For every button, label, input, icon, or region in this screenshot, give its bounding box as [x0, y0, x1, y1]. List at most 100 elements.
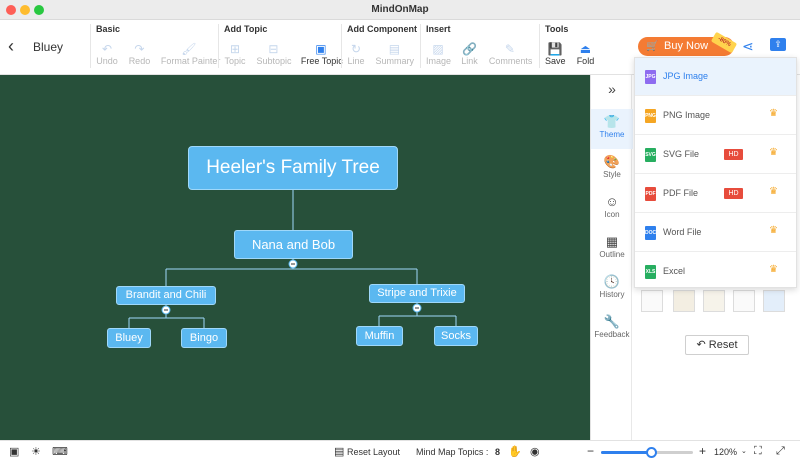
undo-button[interactable]: ↶ Undo: [96, 42, 118, 66]
window-title: MindOnMap: [371, 4, 429, 15]
rail-item-feedback[interactable]: 🔧 Feedback: [591, 314, 633, 339]
brightness-icon[interactable]: ☀: [31, 445, 41, 458]
clock-icon: 🕓: [603, 274, 621, 289]
format-painter-button[interactable]: 🖌 Format Painter: [161, 42, 221, 66]
toolbar-divider: [420, 24, 421, 68]
fold-button[interactable]: ⏏ Fold: [575, 42, 595, 66]
group-insert: Insert ▨ Image 🔗 Link ✎ Comments: [426, 24, 532, 72]
group-add-topic: Add Topic ⊞ Topic ⊟ Subtopic ▣ Free Topic: [224, 24, 343, 72]
image-button[interactable]: ▨ Image: [426, 42, 451, 66]
shirt-icon: 👕: [603, 114, 621, 129]
excel-file-icon: XLS: [645, 265, 656, 279]
export-item-label: JPG Image: [663, 71, 709, 81]
topic-node[interactable]: Socks: [434, 326, 478, 346]
collapse-panel-icon[interactable]: »: [591, 81, 633, 97]
palette-icon: 🎨: [603, 154, 621, 169]
topic-node[interactable]: Muffin: [356, 326, 403, 346]
rail-item-history[interactable]: 🕓 History: [591, 274, 633, 299]
export-excel-item[interactable]: XLS Excel ♛: [635, 253, 796, 291]
png-file-icon: PNG: [645, 109, 656, 123]
link-icon: 🔗: [461, 42, 477, 56]
title-bar: MindOnMap: [0, 0, 800, 20]
save-button[interactable]: 💾 Save: [545, 42, 566, 66]
zoom-slider-fill: [601, 451, 652, 454]
theme-thumbnail[interactable]: [733, 290, 755, 312]
export-item-label: PDF File: [663, 188, 699, 198]
cart-icon: 🛒: [646, 41, 659, 52]
rail-item-label: Style: [603, 170, 621, 179]
redo-button[interactable]: ↷ Redo: [128, 42, 151, 66]
export-icon[interactable]: ⇪: [770, 38, 786, 51]
zoom-level-value: 120%: [714, 447, 738, 457]
topic-node[interactable]: Nana and Bob: [234, 230, 353, 259]
smiley-icon: ☺: [605, 194, 619, 209]
link-button[interactable]: 🔗 Link: [460, 42, 478, 66]
rail-item-outline[interactable]: ▦ Outline: [591, 234, 633, 259]
topic-node[interactable]: Stripe and Trixie: [369, 284, 465, 303]
reset-layout-icon[interactable]: ▤: [334, 445, 344, 458]
topic-icon: ⊞: [229, 42, 241, 56]
side-rail: » 👕 Theme 🎨 Style ☺ Icon ▦ Outline 🕓 His…: [590, 75, 633, 440]
zoom-in-button[interactable]: +: [699, 444, 706, 458]
zoom-slider[interactable]: [601, 447, 693, 458]
crown-icon: ♛: [769, 147, 778, 158]
back-button[interactable]: ‹: [8, 37, 14, 55]
group-add-component: Add Component ↻ Line ▤ Summary: [347, 24, 417, 72]
subtopic-button[interactable]: ⊟ Subtopic: [256, 42, 291, 66]
fullscreen-icon[interactable]: ⤢: [776, 445, 785, 458]
export-item-label: Word File: [663, 227, 702, 237]
export-item-label: PNG Image: [663, 110, 711, 120]
reset-layout-button[interactable]: Reset Layout: [347, 447, 400, 457]
group-tools-label: Tools: [545, 24, 569, 34]
export-svg-item[interactable]: SVG SVG File HD ♛: [635, 136, 796, 174]
export-word-item[interactable]: DOC Word File ♛: [635, 214, 796, 252]
keyboard-icon[interactable]: ⌨: [52, 445, 68, 458]
zoom-dropdown-chevron-icon[interactable]: ⌄: [741, 447, 747, 455]
export-jpg-item[interactable]: JPG JPG Image: [635, 58, 796, 96]
group-add-topic-label: Add Topic: [224, 24, 268, 34]
topics-count-label: Mind Map Topics :: [416, 447, 489, 457]
reset-theme-button[interactable]: ↶ Reset: [685, 335, 749, 355]
summary-icon: ▤: [388, 42, 401, 56]
group-basic: Basic ↶ Undo ↷ Redo 🖌 Format Painter: [96, 24, 220, 72]
mind-map-canvas[interactable]: Heeler's Family Tree Nana and Bob Brandi…: [0, 75, 590, 440]
redo-icon: ↷: [134, 42, 145, 56]
undo-icon: ↶: [101, 42, 113, 56]
thumbnail-view-icon[interactable]: ▣: [9, 445, 19, 458]
fit-screen-icon[interactable]: ⛶: [754, 445, 762, 458]
theme-thumbnail[interactable]: [763, 290, 785, 312]
free-topic-icon: ▣: [315, 42, 327, 56]
fold-icon: ⏏: [579, 42, 592, 56]
group-basic-label: Basic: [96, 24, 121, 34]
root-topic-node[interactable]: Heeler's Family Tree: [188, 146, 398, 190]
theme-thumbnail[interactable]: [673, 290, 695, 312]
export-pdf-item[interactable]: PDF PDF File HD ♛: [635, 175, 796, 213]
rail-item-icon[interactable]: ☺ Icon: [591, 194, 633, 219]
topic-node[interactable]: Bingo: [181, 328, 227, 348]
zoom-out-button[interactable]: −: [587, 444, 594, 458]
pdf-file-icon: PDF: [645, 187, 656, 201]
jpg-file-icon: JPG: [645, 70, 656, 84]
rail-item-theme[interactable]: 👕 Theme: [591, 109, 633, 149]
rail-item-label: Theme: [599, 130, 625, 139]
share-icon[interactable]: ⋖: [742, 38, 754, 55]
export-item-label: SVG File: [663, 149, 700, 159]
theme-thumbnail[interactable]: [703, 290, 725, 312]
comments-icon: ✎: [504, 42, 515, 56]
eye-icon[interactable]: ◉: [530, 445, 540, 458]
export-dropdown: JPG JPG Image PNG PNG Image ♛ SVG SVG Fi…: [634, 57, 797, 288]
rail-item-style[interactable]: 🎨 Style: [591, 154, 633, 179]
free-topic-button[interactable]: ▣ Free Topic: [301, 42, 343, 66]
zoom-slider-handle[interactable]: [646, 447, 658, 458]
group-tools: Tools 💾 Save ⏏ Fold: [545, 24, 594, 72]
topic-button[interactable]: ⊞ Topic: [224, 42, 246, 66]
format-painter-icon: 🖌: [181, 42, 197, 56]
comments-button[interactable]: ✎ Comments: [489, 42, 533, 66]
topic-node[interactable]: Brandit and Chili: [116, 286, 216, 305]
line-button[interactable]: ↻ Line: [347, 42, 365, 66]
summary-button[interactable]: ▤ Summary: [375, 42, 414, 66]
topic-node[interactable]: Bluey: [107, 328, 151, 348]
hand-tool-icon[interactable]: ✋: [508, 445, 522, 458]
export-png-item[interactable]: PNG PNG Image ♛: [635, 97, 796, 135]
theme-thumbnail[interactable]: [641, 290, 663, 312]
